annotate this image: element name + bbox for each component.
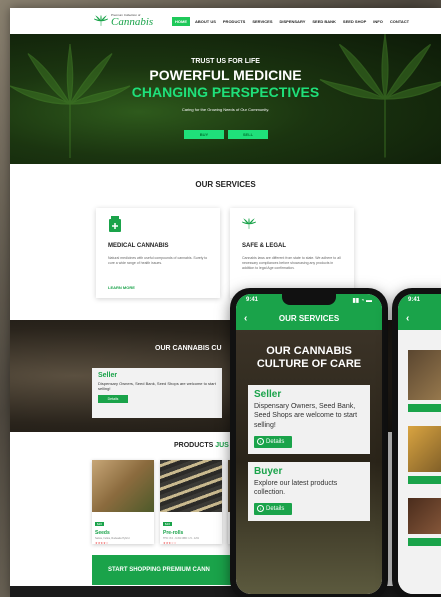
hero-banner: TRUST US FOR LIFE POWERFUL MEDICINE CHAN… [10,34,441,164]
menu-item-contact[interactable]: CONTACT [388,18,411,25]
hero-kicker: TRUST US FOR LIFE [191,58,260,65]
sell-button[interactable]: SELL [228,130,268,139]
app-heading-line2: CULTURE OF CARE [256,358,362,371]
menu-item-seed-bank[interactable]: SEED BANK [310,18,338,25]
product-thumb[interactable] [408,498,441,534]
product-button[interactable] [408,476,441,484]
product-card[interactable]: $20 Seeds Sativa, Indica, Rudeada Hybrid… [92,460,154,545]
product-name: Seeds [95,530,110,536]
details-label: Details [266,505,285,512]
app-heading-line1: OUR CANNABIS [266,345,352,357]
phone-notch [282,294,336,305]
cannabis-leaf-icon [94,15,108,26]
start-shopping-button[interactable]: START SHOPPING PREMIUM CANN [92,555,252,585]
product-card[interactable]: $16 Pre-rolls THC: 8.0 - 9.4% CBD: 1.5 -… [160,460,222,545]
product-rating: ★★★☆☆ [163,541,177,545]
service-card-legal: SAFE & LEGAL Cannabis laws are different… [230,208,354,298]
product-name: Pre-rolls [163,530,184,536]
top-nav: Premium Collection of Cannabis HOME ABOU… [10,8,441,34]
learn-more-link[interactable]: LEARN MORE [108,285,135,290]
seller-card: Seller Dispensary Owners, Seed Bank, See… [92,368,222,418]
info-icon: i [257,505,264,513]
product-thumb[interactable] [408,426,441,472]
menu-item-info[interactable]: INFO [371,18,385,25]
menu-item-seed-shop[interactable]: SEED SHOP [341,18,368,25]
product-sub: THC: 8.0 - 9.4% CBD: 1.5 - 12% [163,537,199,540]
details-label: Details [266,438,285,445]
menu-item-dispensary[interactable]: DISPENSARY [278,18,308,25]
status-time: 9:41 [408,297,421,303]
info-icon: i [257,438,264,446]
price-tag: $20 [95,522,105,526]
status-time: 9:41 [246,297,259,303]
menu-item-products[interactable]: PRODUCTS [221,18,247,25]
product-rating: ★★★★☆ [95,541,109,545]
product-thumb[interactable] [408,350,441,400]
phone-mockup-products: 9:41 ‹ [392,288,441,597]
service-card-title: SAFE & LEGAL [242,243,287,249]
main-menu: HOME ABOUT US PRODUCTS SERVICES DISPENSA… [172,17,411,26]
product-image [160,460,222,512]
menu-item-about[interactable]: ABOUT US [193,18,218,25]
app-heading: OUR CANNABIS CULTURE OF CARE [236,345,382,371]
price-tag: $16 [163,522,173,526]
details-button[interactable]: Details [98,395,128,404]
products-heading-b: JUS [215,442,229,449]
back-arrow-icon[interactable]: ‹ [406,308,409,330]
hero-headline-accent: CHANGING PERSPECTIVES [131,84,320,100]
product-sub: Sativa, Indica, Rudeada Hybrid [95,537,130,540]
app-body: OUR CANNABIS CULTURE OF CARE Seller Disp… [236,330,382,594]
seller-details-button[interactable]: i Details [254,435,292,448]
services-heading: OUR SERVICES [195,180,256,189]
products-heading: PRODUCTS JUS [174,442,229,449]
menu-item-home[interactable]: HOME [172,17,190,26]
buy-button[interactable]: BUY [184,130,224,139]
buyer-title: Buyer [254,465,283,477]
medicine-bottle-icon [109,216,121,232]
seller-title: Seller [98,372,118,379]
hero-tagline: Caring for the Growing Needs of Our Comm… [181,107,270,112]
back-arrow-icon[interactable]: ‹ [244,308,247,330]
app-bar-title: OUR SERVICES [278,314,340,323]
service-card-desc: Cannabis laws are different from state t… [242,256,341,270]
hero-headline: POWERFUL MEDICINE [149,67,302,83]
product-image [92,460,154,512]
service-card-title: MEDICAL CANNABIS [108,243,169,249]
cannabis-leaf-icon [241,218,257,229]
phone-screen: 9:41 ▮▮ ◔ ▬ ‹ OUR SERVICES OUR CANNABIS … [236,294,382,594]
culture-heading: OUR CANNABIS CU [155,345,222,352]
product-list [398,330,441,594]
phone-screen: 9:41 ‹ [398,294,441,594]
status-bar: 9:41 [398,294,441,308]
buyer-details-button[interactable]: i Details [254,502,292,515]
service-card-medical: MEDICAL CANNABIS Natural medicines with … [96,208,220,298]
site-logo[interactable]: Premium Collection of Cannabis [94,14,153,28]
products-heading-a: PRODUCTS [174,442,216,449]
product-button[interactable] [408,404,441,412]
app-seller-card: Seller Dispensary Owners, Seed Bank, See… [248,385,370,454]
app-bar: ‹ [398,308,441,330]
phone-mockup-services: 9:41 ▮▮ ◔ ▬ ‹ OUR SERVICES OUR CANNABIS … [230,288,388,597]
app-buyer-card: Buyer Explore our latest products collec… [248,461,370,521]
seller-desc: Dispensary Owners, Seed Bank, Seed Shops… [98,381,216,392]
menu-item-services[interactable]: SERVICES [250,18,274,25]
seller-title: Seller [254,389,282,401]
logo-text: Cannabis [111,16,154,28]
service-card-desc: Natural medicines with useful compounds … [108,256,208,265]
product-button[interactable] [408,538,441,546]
buyer-desc: Explore our latest products collection. [254,479,338,496]
signal-icons: ▮▮ ◔ ▬ [352,298,372,304]
app-bar: ‹ OUR SERVICES [236,308,382,330]
seller-desc: Dispensary Owners, Seed Bank, Seed Shops… [254,403,358,429]
